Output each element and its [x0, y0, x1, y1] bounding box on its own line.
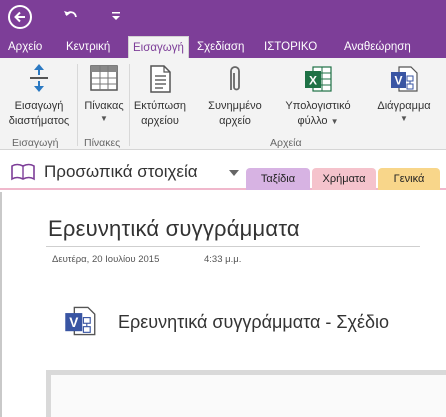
page-date: Δευτέρα, 20 Ιουλίου 2015: [52, 254, 160, 265]
visio-file-icon[interactable]: V: [63, 304, 97, 338]
customize-quick-access-button[interactable]: [111, 9, 121, 23]
notebook-icon: [11, 163, 35, 181]
table-icon: [90, 65, 118, 91]
spreadsheet-label-2: φύλλο ▼: [278, 114, 358, 129]
group-separator: [77, 64, 78, 146]
insert-space-label-1: Εισαγωγή: [14, 100, 64, 112]
file-printout-label-1: Εκτύπωση: [133, 100, 187, 112]
group-label-tables: Πίνακες: [84, 137, 121, 149]
notebook-title[interactable]: Προσωπικά στοιχεία: [44, 162, 198, 182]
insert-space-label-2: διαστήματος: [8, 115, 70, 127]
section-tab-money[interactable]: Χρήματα: [312, 168, 376, 190]
chevron-down-icon: ▼: [330, 117, 339, 126]
paperclip-icon: [230, 66, 240, 91]
tab-review[interactable]: Αναθεώρηση: [344, 36, 411, 58]
notebook-dropdown-icon[interactable]: [229, 170, 239, 176]
undo-icon: [64, 11, 77, 18]
tab-file[interactable]: Αρχείο: [8, 36, 42, 58]
file-attachment-button[interactable]: Συνημμένο αρχείο: [200, 64, 270, 129]
spreadsheet-label-1: Υπολογιστικό: [285, 100, 351, 112]
file-printout-button[interactable]: Εκτύπωση αρχείου: [130, 64, 190, 129]
back-button[interactable]: [8, 5, 32, 29]
file-printout-label-2: αρχείου: [141, 115, 179, 127]
page-canvas[interactable]: Ερευνητικά συγγράμματα Δευτέρα, 20 Ιουλί…: [0, 192, 446, 417]
undo-button[interactable]: [62, 7, 80, 25]
group-label-files: Αρχεία: [270, 137, 302, 149]
diagram-button[interactable]: V Διάγραμμα ▼: [366, 64, 442, 124]
svg-text:X: X: [309, 74, 317, 88]
title-bar: [0, 0, 446, 36]
spreadsheet-button[interactable]: X Υπολογιστικό φύλλο ▼: [278, 64, 358, 129]
file-attachment-label-1: Συνημμένο: [208, 100, 262, 112]
chevron-down-icon: ▼: [400, 114, 408, 123]
diagram-label: Διάγραμμα: [377, 100, 431, 112]
spreadsheet-label-2-text: φύλλο: [297, 115, 328, 127]
title-underline: [46, 246, 420, 247]
file-printout-icon: [150, 65, 171, 93]
table-button[interactable]: Πίνακας ▼: [80, 64, 128, 124]
section-tab-general[interactable]: Γενικά: [378, 168, 440, 190]
page-title[interactable]: Ερευνητικά συγγράμματα: [48, 216, 300, 242]
table-label: Πίνακας: [84, 100, 124, 112]
visio-icon: V: [391, 66, 418, 92]
ribbon-tabs: Αρχείο Κεντρική Εισαγωγή Σχεδίαση ΙΣΤΟΡΙ…: [0, 36, 446, 58]
tab-insert[interactable]: Εισαγωγή: [128, 36, 189, 58]
back-arrow-icon: [14, 11, 25, 23]
page-time: 4:33 μ.μ.: [204, 254, 242, 265]
chevron-down-icon: ▼: [100, 114, 108, 123]
page-left-edge: [0, 192, 2, 417]
notebook-header: Προσωπικά στοιχεία Ταξίδια Χρήματα Γενικ…: [0, 150, 446, 190]
tab-history[interactable]: ΙΣΤΟΡΙΚΟ: [264, 36, 317, 58]
insert-space-icon: [30, 64, 48, 92]
attachment-name[interactable]: Ερευνητικά συγγράμματα - Σχέδιο: [118, 312, 389, 333]
section-tab-travel[interactable]: Ταξίδια: [246, 168, 310, 190]
svg-text:V: V: [69, 315, 78, 330]
ribbon: Εισαγωγή διαστήματος Πίνακας ▼ Εκτύπωση …: [0, 58, 446, 150]
insert-space-button[interactable]: Εισαγωγή διαστήματος: [2, 62, 76, 129]
group-label-insert: Εισαγωγή: [12, 137, 59, 149]
tab-home[interactable]: Κεντρική: [66, 36, 110, 58]
file-printout-preview[interactable]: [46, 370, 446, 417]
chevron-down-icon: [112, 12, 120, 20]
tab-draw[interactable]: Σχεδίαση: [197, 36, 244, 58]
file-attachment-label-2: αρχείο: [219, 115, 251, 127]
excel-icon: X: [305, 66, 332, 92]
svg-text:V: V: [394, 74, 402, 88]
